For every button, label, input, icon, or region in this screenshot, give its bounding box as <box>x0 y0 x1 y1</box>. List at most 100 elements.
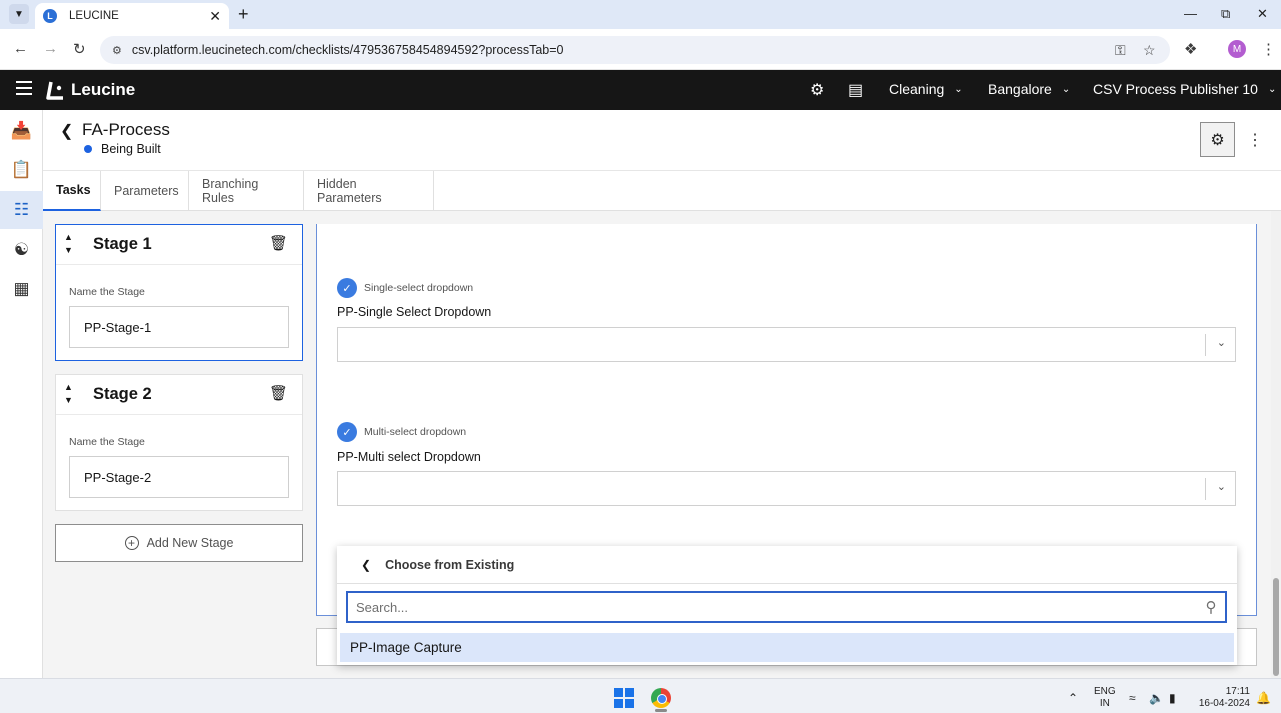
popup-option-item[interactable]: PP-Image Capture <box>340 633 1234 662</box>
scrollbar-thumb[interactable] <box>1273 578 1279 676</box>
more-options-icon[interactable]: ⋮ <box>1247 130 1263 150</box>
delete-trash-icon[interactable]: 🗑 <box>269 384 288 402</box>
process-settings-button[interactable]: ⚙ <box>1200 122 1235 157</box>
search-box[interactable]: ⚲ <box>346 591 1227 623</box>
windows-start-icon[interactable] <box>614 688 634 708</box>
tab-title: LEUCINE <box>69 10 119 22</box>
hierarchy-icon[interactable]: ☯ <box>0 231 43 269</box>
clock-date: 16-04-2024 <box>1198 698 1250 709</box>
scan-icon[interactable]: ▤ <box>848 80 863 100</box>
back-chevron-icon[interactable]: ❮ <box>361 558 371 572</box>
profile-avatar[interactable]: M <box>1228 40 1246 58</box>
search-icon: ⚲ <box>1205 599 1217 616</box>
restore-icon[interactable]: ⧉ <box>1221 6 1230 22</box>
add-new-stage-label: Add New Stage <box>146 536 234 550</box>
app-header <box>0 70 1281 110</box>
battery-icon[interactable]: ▮ <box>1169 691 1176 705</box>
window-close-icon[interactable]: ✕ <box>1257 6 1268 22</box>
add-circle-icon: + <box>124 536 139 550</box>
chrome-app-icon[interactable] <box>651 688 671 708</box>
chevron-down-icon: ⌄ <box>1267 83 1277 95</box>
user-dropdown[interactable]: CSV Process Publisher 10 ⌄ <box>1093 81 1276 97</box>
tab-parameters[interactable]: Parameters <box>101 171 189 211</box>
status-dot <box>84 145 92 153</box>
stage-card[interactable]: ▲ ▼ Stage 2 🗑 Name the Stage PP-Stage-2 <box>55 374 303 511</box>
stage-name-input[interactable]: PP-Stage-1 <box>69 306 289 348</box>
tab-branching-rules[interactable]: Branching Rules <box>189 171 304 211</box>
chevron-down-icon[interactable]: ⌄ <box>1217 480 1226 493</box>
process-tabs: Tasks Parameters Branching Rules Hidden … <box>43 170 1281 211</box>
os-taskbar <box>0 678 1281 713</box>
minimize-icon[interactable]: — <box>1184 6 1197 21</box>
favicon-icon: L <box>43 9 57 23</box>
checklist-icon[interactable]: 📋 <box>0 151 43 189</box>
gear-icon: ⚙ <box>1210 131 1225 149</box>
user-label: CSV Process Publisher 10 <box>1093 81 1258 97</box>
forward-icon[interactable]: → <box>43 40 58 57</box>
address-bar[interactable]: ⚙ csv.platform.leucinetech.com/checklist… <box>100 36 1170 64</box>
tab-tasks[interactable]: Tasks <box>43 171 101 211</box>
process-flow-icon[interactable]: ☷ <box>0 191 43 229</box>
status-text: Being Built <box>101 142 161 156</box>
chevron-down-icon: ⌄ <box>954 83 963 95</box>
multi-select-dropdown[interactable]: ⌄ <box>337 471 1236 506</box>
chevron-down-icon: ⌄ <box>1061 83 1071 95</box>
notification-bell-icon[interactable]: 🔔 <box>1256 691 1271 705</box>
reload-icon[interactable]: ↻ <box>73 40 86 58</box>
stage-header: ▲ ▼ Stage 2 🗑 <box>56 375 302 415</box>
tab-search-chevron-icon[interactable]: ▼ <box>9 4 29 24</box>
browser-tab[interactable]: L LEUCINE ✕ <box>35 3 229 29</box>
parameter-type: Single-select dropdown <box>364 282 474 294</box>
reorder-arrows-icon[interactable]: ▲ ▼ <box>64 381 73 407</box>
password-key-icon[interactable]: ⚿ <box>1115 42 1126 59</box>
site-dropdown[interactable]: Bangalore ⌄ <box>988 81 1070 97</box>
tray-chevron-up-icon[interactable]: ⌃ <box>1068 691 1078 705</box>
extensions-icon[interactable]: ❖ <box>1184 40 1197 58</box>
stage-name: Stage 1 <box>93 235 152 253</box>
tab-hidden-parameters[interactable]: Hidden Parameters <box>304 171 434 211</box>
verified-check-icon: ✓ <box>337 278 357 298</box>
popup-header: ❮ Choose from Existing <box>337 546 1237 584</box>
choose-existing-popup: ❮ Choose from Existing ⚲ PP-Image Captur… <box>337 546 1237 665</box>
back-chevron-icon[interactable]: ❮ <box>60 121 73 141</box>
inbox-icon[interactable]: 📥 <box>0 112 43 150</box>
clock[interactable]: 17:11 16-04-2024 <box>1196 686 1250 710</box>
dropdown-separator <box>1205 334 1206 356</box>
reports-icon[interactable]: ▦ <box>0 270 43 308</box>
logo-text: Leucine <box>71 80 136 99</box>
site-label: Bangalore <box>988 81 1052 97</box>
facility-dropdown[interactable]: Cleaning ⌄ <box>889 81 963 97</box>
search-input[interactable] <box>356 599 1197 615</box>
facility-label: Cleaning <box>889 81 945 97</box>
stage-card[interactable]: ▲ ▼ Stage 1 🗑 Name the Stage PP-Stage-1 <box>55 224 303 361</box>
lang-bottom: IN <box>1099 698 1110 709</box>
new-tab-icon[interactable]: + <box>238 4 249 25</box>
parameter-name: PP-Single Select Dropdown <box>337 305 492 319</box>
back-icon[interactable]: ← <box>13 40 28 57</box>
chevron-down-icon[interactable]: ⌄ <box>1217 336 1226 349</box>
reorder-arrows-icon[interactable]: ▲ ▼ <box>64 231 73 257</box>
stage-field-label: Name the Stage <box>69 286 145 298</box>
browser-menu-icon[interactable]: ⋮ <box>1261 40 1276 58</box>
leucine-logo-icon <box>46 81 63 100</box>
stage-name: Stage 2 <box>93 385 152 403</box>
delete-trash-icon[interactable]: 🗑 <box>269 234 288 252</box>
parameter-name: PP-Multi select Dropdown <box>337 450 481 464</box>
wifi-icon[interactable]: ≈ <box>1129 691 1136 705</box>
single-select-dropdown[interactable]: ⌄ <box>337 327 1236 362</box>
close-tab-icon[interactable]: ✕ <box>209 8 221 25</box>
add-new-stage-button[interactable]: + Add New Stage <box>55 524 303 562</box>
process-title: FA-Process <box>82 120 170 139</box>
settings-gear-icon[interactable]: ⚙ <box>810 80 824 100</box>
popup-title: Choose from Existing <box>385 557 515 572</box>
lang-top: ENG <box>1094 686 1116 697</box>
language-indicator[interactable]: ENG IN <box>1094 686 1116 710</box>
volume-icon[interactable]: 🔈 <box>1149 691 1164 705</box>
verified-check-icon: ✓ <box>337 422 357 442</box>
stage-name-input[interactable]: PP-Stage-2 <box>69 456 289 498</box>
bookmark-star-icon[interactable]: ☆ <box>1143 42 1156 59</box>
hamburger-menu-icon[interactable] <box>16 81 32 95</box>
active-app-indicator <box>655 709 667 712</box>
site-settings-icon[interactable]: ⚙ <box>112 44 122 57</box>
stage-field-label: Name the Stage <box>69 436 145 448</box>
